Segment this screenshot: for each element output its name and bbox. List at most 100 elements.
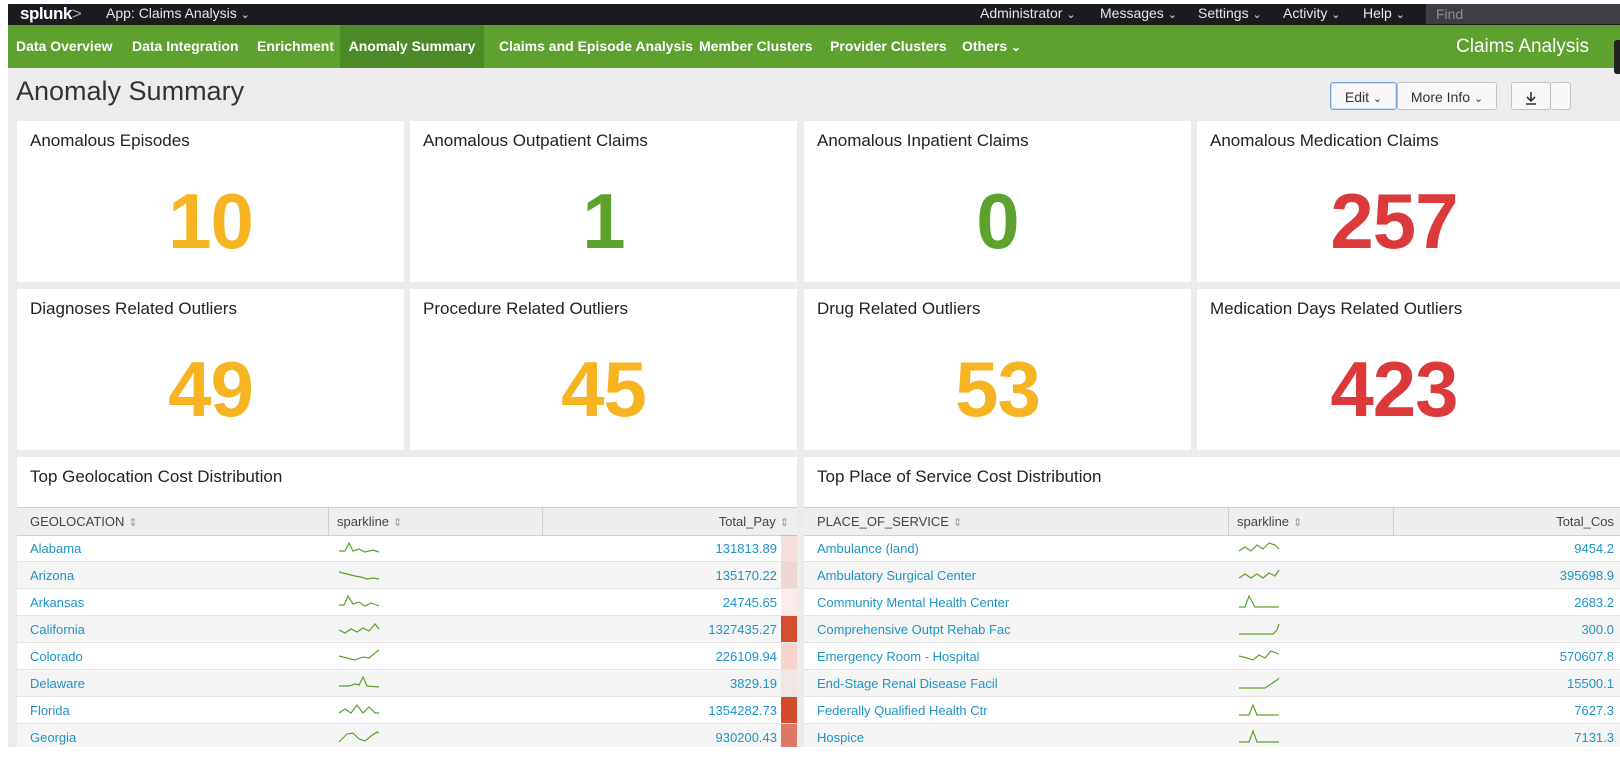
panel-title: Procedure Related Outliers xyxy=(423,299,629,318)
row-total-value: 24745.65 xyxy=(722,595,777,610)
single-value[interactable]: 53 xyxy=(804,344,1191,435)
single-value[interactable]: 257 xyxy=(1197,176,1591,267)
single-value[interactable]: 0 xyxy=(804,176,1191,267)
row-name-link[interactable]: Arizona xyxy=(30,562,74,589)
row-name-link[interactable]: Florida xyxy=(30,697,70,724)
panel-title: Drug Related Outliers xyxy=(817,299,981,318)
table-row[interactable]: Delaware 3829.19 xyxy=(17,670,797,697)
single-value[interactable]: 10 xyxy=(17,176,404,267)
splunk-logo[interactable]: splunk> xyxy=(20,4,82,24)
column-header-total-cost[interactable]: Total_Cos xyxy=(1404,508,1614,535)
table-row[interactable]: Hospice 7131.3 xyxy=(804,724,1620,747)
sparkline-icon xyxy=(338,704,379,714)
more-info-button[interactable]: More Info ⌄ xyxy=(1397,82,1497,110)
nav-others[interactable]: Others ⌄ xyxy=(954,25,1029,68)
more-actions-button[interactable] xyxy=(1551,82,1571,110)
column-header-total-pay[interactable]: Total_Pay ⇕ xyxy=(547,508,789,535)
table-row[interactable]: Alabama 131813.89 xyxy=(17,535,797,562)
table-row[interactable]: Florida 1354282.73 xyxy=(17,697,797,724)
column-label: Total_Cos xyxy=(1556,514,1614,529)
chevron-down-icon: ⌄ xyxy=(1252,9,1262,21)
single-value[interactable]: 49 xyxy=(17,344,404,435)
row-total-value: 1327435.27 xyxy=(708,622,777,637)
sparkline-icon xyxy=(1239,594,1279,608)
row-total-value: 9454.2 xyxy=(1574,541,1614,556)
row-total-value: 570607.8 xyxy=(1559,649,1614,664)
row-name-link[interactable]: California xyxy=(30,616,85,643)
sparkline-icon xyxy=(1238,542,1280,552)
heat-cell xyxy=(781,562,797,588)
table-row[interactable]: Georgia 930200.43 xyxy=(17,724,797,747)
panel-drug-outliers: Drug Related Outliers 53 xyxy=(804,289,1191,450)
nav-claims-episode-analysis[interactable]: Claims and Episode Analysis xyxy=(491,25,701,68)
single-value[interactable]: 45 xyxy=(410,344,797,435)
row-name-link[interactable]: Community Mental Health Center xyxy=(817,589,1009,616)
nav-provider-clusters[interactable]: Provider Clusters xyxy=(822,25,955,68)
row-name-link[interactable]: Georgia xyxy=(30,724,76,747)
table-row[interactable]: California 1327435.27 xyxy=(17,616,797,643)
panel-title: Anomalous Outpatient Claims xyxy=(423,131,648,150)
single-value[interactable]: 423 xyxy=(1197,344,1591,435)
chevron-down-icon: ⌄ xyxy=(1372,93,1383,105)
row-name-link[interactable]: Ambulance (land) xyxy=(817,535,919,562)
table-row[interactable]: Arkansas 24745.65 xyxy=(17,589,797,616)
panel-title: Anomalous Inpatient Claims xyxy=(817,131,1029,150)
row-name-link[interactable]: Hospice xyxy=(817,724,864,747)
table-row[interactable]: Federally Qualified Health Ctr 7627.3 xyxy=(804,697,1620,724)
splunk-window: splunk> App: Claims Analysis ⌄ Administr… xyxy=(8,4,1620,747)
row-name-link[interactable]: Alabama xyxy=(30,535,81,562)
row-total-value: 135170.22 xyxy=(715,568,777,583)
row-name-link[interactable]: Arkansas xyxy=(30,589,84,616)
row-name-link[interactable]: Ambulatory Surgical Center xyxy=(817,562,976,589)
column-header-place-of-service[interactable]: PLACE_OF_SERVICE ⇕ xyxy=(817,508,962,535)
table-row[interactable]: Arizona 135170.22 xyxy=(17,562,797,589)
panel-title: Medication Days Related Outliers xyxy=(1210,299,1463,318)
column-header-geolocation[interactable]: GEOLOCATION ⇕ xyxy=(30,508,138,535)
menu-settings[interactable]: Settings ⌄ xyxy=(1198,5,1262,21)
edit-button[interactable]: Edit ⌄ xyxy=(1330,82,1397,110)
column-label: sparkline xyxy=(337,514,390,529)
menu-messages[interactable]: Messages ⌄ xyxy=(1100,5,1177,21)
table-row[interactable]: Ambulatory Surgical Center 395698.9 xyxy=(804,562,1620,589)
nav-data-overview[interactable]: Data Overview xyxy=(8,25,121,68)
heat-cell xyxy=(781,589,797,615)
page-title: Anomaly Summary xyxy=(16,76,245,106)
heat-cell xyxy=(781,724,797,747)
menu-administrator[interactable]: Administrator ⌄ xyxy=(980,5,1076,21)
menu-activity[interactable]: Activity ⌄ xyxy=(1283,5,1340,21)
menu-label: Messages xyxy=(1100,5,1164,21)
sort-icon: ⇕ xyxy=(393,517,403,529)
nav-anomaly-summary[interactable]: Anomaly Summary xyxy=(340,25,484,68)
row-name-link[interactable]: Delaware xyxy=(30,670,85,697)
more-info-label: More Info xyxy=(1410,89,1471,105)
table-row[interactable]: Colorado 226109.94 xyxy=(17,643,797,670)
row-total-value: 2683.2 xyxy=(1574,595,1614,610)
single-value[interactable]: 1 xyxy=(410,176,797,267)
table-row[interactable]: End-Stage Renal Disease Facil 15500.1 xyxy=(804,670,1620,697)
sparkline-icon xyxy=(339,541,380,553)
row-name-link[interactable]: Emergency Room - Hospital xyxy=(817,643,980,670)
row-name-link[interactable]: Colorado xyxy=(30,643,83,670)
row-name-link[interactable]: Federally Qualified Health Ctr xyxy=(817,697,988,724)
app-selector[interactable]: App: Claims Analysis ⌄ xyxy=(106,5,250,21)
row-name-link[interactable]: End-Stage Renal Disease Facil xyxy=(817,670,998,697)
column-header-sparkline[interactable]: sparkline ⇕ xyxy=(1237,508,1302,535)
table-row[interactable]: Emergency Room - Hospital 570607.8 xyxy=(804,643,1620,670)
row-total-value: 131813.89 xyxy=(715,541,777,556)
sort-icon: ⇕ xyxy=(1293,517,1303,529)
table-row[interactable]: Comprehensive Outpt Rehab Fac 300.0 xyxy=(804,616,1620,643)
column-header-sparkline[interactable]: sparkline ⇕ xyxy=(337,508,402,535)
nav-data-integration[interactable]: Data Integration xyxy=(124,25,247,68)
nav-member-clusters[interactable]: Member Clusters xyxy=(691,25,821,68)
menu-help[interactable]: Help ⌄ xyxy=(1363,5,1405,21)
heat-cell xyxy=(781,697,797,723)
scrollbar-thumb[interactable] xyxy=(1614,40,1620,74)
table-row[interactable]: Ambulance (land) 9454.2 xyxy=(804,535,1620,562)
sort-icon: ⇕ xyxy=(128,517,138,529)
row-name-link[interactable]: Comprehensive Outpt Rehab Fac xyxy=(817,616,1011,643)
find-input[interactable]: Find xyxy=(1426,4,1620,24)
panel-title: Anomalous Episodes xyxy=(30,131,190,150)
download-button[interactable] xyxy=(1511,82,1551,110)
table-row[interactable]: Community Mental Health Center 2683.2 xyxy=(804,589,1620,616)
nav-enrichment[interactable]: Enrichment xyxy=(249,25,342,68)
